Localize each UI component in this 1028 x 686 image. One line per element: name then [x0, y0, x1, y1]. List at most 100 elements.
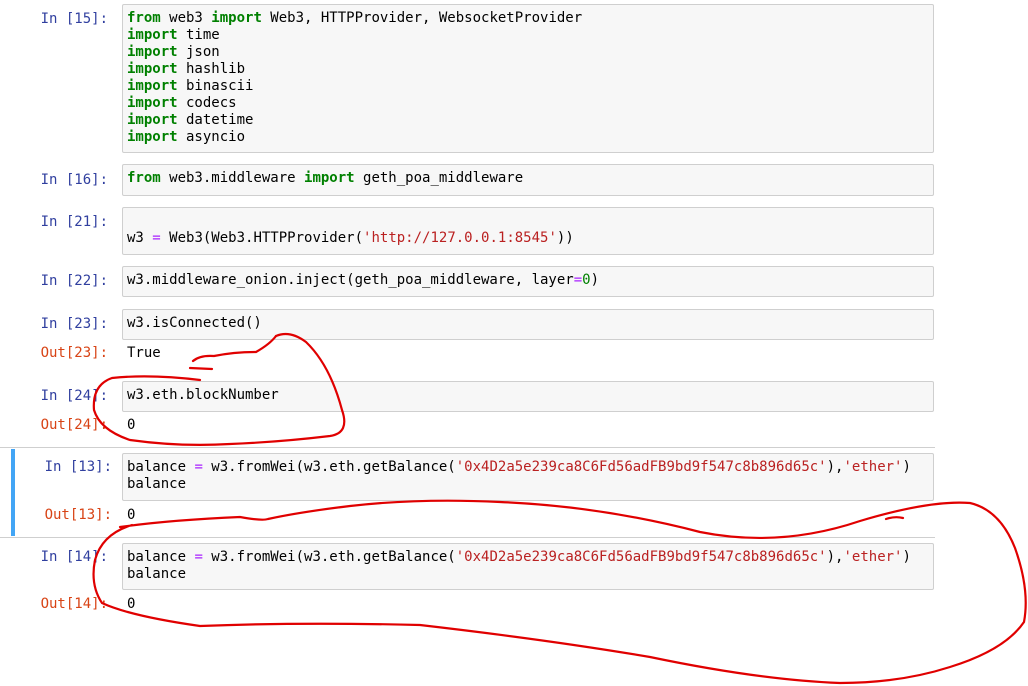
code-token: '0x4D2a5e239ca8C6Fd56adFB9bd9f547c8b896d… [455, 549, 827, 565]
code-token: time [177, 27, 220, 43]
code-token: w3.fromWei(w3.eth.getBalance( [202, 549, 456, 565]
cell-separator [0, 537, 935, 538]
in-prompt: In [24]: [40, 388, 108, 404]
in-prompt: In [23]: [40, 316, 108, 332]
code-token: )) [556, 230, 574, 246]
code-token: from [127, 10, 161, 26]
code-token: = [573, 272, 583, 288]
code-token: ), [826, 459, 844, 475]
code-token: w3.middleware_onion.inject(geth_poa_midd… [127, 272, 574, 288]
code-line: from web3.middleware import geth_poa_mid… [127, 170, 929, 187]
code-token: asyncio [177, 129, 246, 145]
code-token: balance [127, 549, 195, 565]
code-token: import [127, 95, 178, 111]
code-input[interactable]: from web3 import Web3, HTTPProvider, Web… [122, 4, 934, 153]
code-token: from [127, 170, 161, 186]
code-token: balance [127, 476, 187, 492]
in-prompt: In [14]: [40, 549, 108, 565]
code-token: 0 [582, 272, 591, 288]
code-input[interactable]: w3.eth.blockNumber [122, 381, 934, 412]
code-cell[interactable]: In [21]: w3 = Web3(Web3.HTTPProvider('ht… [0, 207, 935, 255]
out-prompt: Out[13]: [44, 507, 112, 523]
code-token: json [177, 44, 220, 60]
code-token: binascii [177, 78, 254, 94]
code-token: Web3, HTTPProvider, WebsocketProvider [261, 10, 583, 26]
code-cell[interactable]: In [15]: from web3 import Web3, HTTPProv… [0, 4, 935, 154]
code-cell[interactable]: In [24]: w3.eth.blockNumber Out[24]: 0 [0, 381, 935, 441]
code-token: web3 [160, 10, 212, 26]
cell-output: 0 [127, 417, 136, 433]
code-token: ), [826, 549, 844, 565]
code-token: ) [902, 549, 911, 565]
code-token: 'ether' [843, 459, 903, 475]
code-input[interactable]: from web3.middleware import geth_poa_mid… [122, 164, 934, 196]
code-token: Web3(Web3.HTTPProvider( [160, 230, 364, 246]
code-token: 'http://127.0.0.1:8545' [363, 230, 557, 246]
code-input[interactable]: balance = w3.fromWei(w3.eth.getBalance('… [122, 543, 934, 590]
code-token: import [211, 10, 262, 26]
code-token: codecs [177, 95, 237, 111]
code-line: import asyncio [127, 129, 929, 146]
code-token: import [127, 44, 178, 60]
code-token: ) [590, 272, 600, 288]
code-token: '0x4D2a5e239ca8C6Fd56adFB9bd9f547c8b896d… [455, 459, 827, 475]
cell-separator [0, 447, 935, 448]
code-line: import codecs [127, 95, 929, 112]
code-cell[interactable]: In [22]: w3.middleware_onion.inject(geth… [0, 266, 935, 297]
code-token: = [152, 230, 161, 246]
code-token: datetime [177, 112, 254, 128]
code-token: balance [127, 566, 187, 582]
code-token: web3.middleware [160, 170, 305, 186]
code-line: import binascii [127, 78, 929, 95]
code-cell[interactable]: In [16]: from web3.middleware import get… [0, 164, 935, 196]
code-token: w3 [127, 230, 153, 246]
code-token: ) [902, 459, 911, 475]
in-prompt: In [22]: [40, 273, 108, 289]
code-token: w3.fromWei(w3.eth.getBalance( [202, 459, 456, 475]
code-cell[interactable]: In [23]: w3.isConnected() Out[23]: True [0, 309, 935, 369]
code-line: import time [127, 27, 929, 44]
code-line: balance = w3.fromWei(w3.eth.getBalance('… [127, 549, 929, 566]
code-cell[interactable]: In [14]: balance = w3.fromWei(w3.eth.get… [0, 543, 935, 623]
code-line: import datetime [127, 112, 929, 129]
code-token: w3.isConnected() [127, 315, 262, 331]
out-prompt: Out[24]: [40, 417, 108, 433]
code-token: import [127, 129, 178, 145]
code-token: import [127, 112, 178, 128]
code-line: w3.isConnected() [127, 315, 929, 332]
code-token: 'ether' [843, 549, 903, 565]
code-token: import [127, 27, 178, 43]
code-line: import json [127, 44, 929, 61]
code-line: from web3 import Web3, HTTPProvider, Web… [127, 10, 929, 27]
out-prompt: Out[23]: [40, 345, 108, 361]
code-token: = [194, 459, 203, 475]
code-input[interactable]: balance = w3.fromWei(w3.eth.getBalance('… [122, 453, 934, 501]
code-token: = [194, 549, 203, 565]
code-input[interactable]: w3 = Web3(Web3.HTTPProvider('http://127.… [122, 207, 934, 255]
code-token: import [304, 170, 355, 186]
code-cell-selected[interactable]: In [13]: balance = w3.fromWei(w3.eth.get… [11, 449, 938, 536]
code-token: import [127, 61, 178, 77]
code-line: balance [127, 476, 929, 493]
code-line: w3.eth.blockNumber [127, 387, 929, 404]
code-line: w3 = Web3(Web3.HTTPProvider('http://127.… [127, 230, 929, 247]
code-input[interactable]: w3.isConnected() [122, 309, 934, 340]
code-line: import hashlib [127, 61, 929, 78]
code-token: hashlib [177, 61, 246, 77]
code-token: w3.eth.blockNumber [127, 387, 279, 403]
code-line: w3.middleware_onion.inject(geth_poa_midd… [127, 272, 929, 289]
out-prompt: Out[14]: [40, 596, 108, 612]
code-token: geth_poa_middleware [354, 170, 524, 186]
in-prompt: In [21]: [40, 214, 108, 230]
in-prompt: In [16]: [40, 172, 108, 188]
code-line: balance [127, 566, 929, 583]
code-token: balance [127, 459, 195, 475]
cell-output: 0 [127, 596, 136, 612]
code-input[interactable]: w3.middleware_onion.inject(geth_poa_midd… [122, 266, 934, 297]
code-line: balance = w3.fromWei(w3.eth.getBalance('… [127, 459, 929, 476]
code-token: import [127, 78, 178, 94]
in-prompt: In [15]: [40, 11, 108, 27]
cell-output: True [127, 345, 161, 361]
cell-output: 0 [127, 507, 136, 523]
